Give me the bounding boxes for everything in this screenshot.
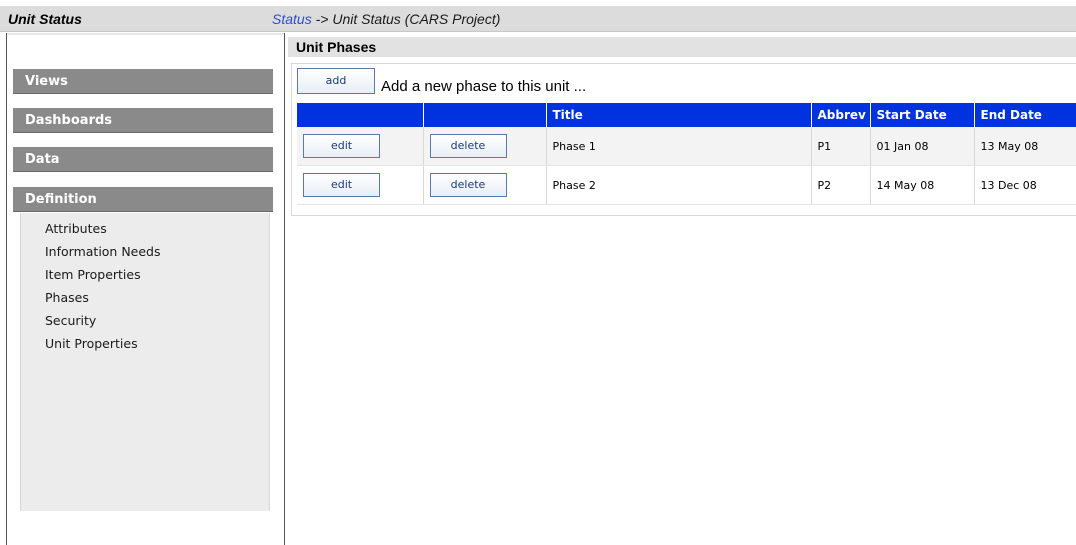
delete-cell: delete	[423, 127, 547, 166]
cell-title: Phase 1	[546, 127, 812, 166]
edit-cell: edit	[297, 165, 424, 205]
add-phase-text: Add a new phase to this unit ...	[381, 78, 587, 95]
column-header-abbrev[interactable]: Abbrev	[811, 103, 871, 127]
edit-button[interactable]: edit	[303, 173, 380, 197]
column-header-start-date[interactable]: Start Date	[870, 103, 975, 127]
table-header-row: Title Abbrev Start Date End Date	[297, 103, 1076, 127]
sidebar-item-information-needs[interactable]: Information Needs	[45, 244, 161, 259]
section-title: Unit Phases	[288, 37, 1076, 57]
sidebar-item-phases[interactable]: Phases	[45, 290, 89, 305]
cell-abbrev: P1	[811, 127, 871, 166]
breadcrumb-separator: ->	[315, 11, 329, 27]
cell-start-date: 14 May 08	[870, 165, 975, 205]
delete-button[interactable]: delete	[429, 134, 507, 158]
add-phase-button[interactable]: add	[297, 68, 375, 94]
delete-cell: delete	[423, 165, 547, 205]
breadcrumb-link-status[interactable]: Status	[272, 11, 312, 27]
app-title: Unit Status	[8, 11, 82, 27]
sidebar-item-security[interactable]: Security	[45, 313, 96, 328]
breadcrumb: Status -> Unit Status (CARS Project)	[272, 11, 500, 27]
table-row: edit delete Phase 1 P1 01 Jan 08 13 May …	[297, 127, 1076, 166]
sidebar-item-item-properties[interactable]: Item Properties	[45, 267, 141, 282]
cell-title: Phase 2	[546, 165, 812, 205]
delete-button[interactable]: delete	[429, 173, 507, 197]
table-row: edit delete Phase 2 P2 14 May 08 13 Dec …	[297, 165, 1076, 205]
column-header-delete	[423, 103, 547, 127]
sidebar-item-attributes[interactable]: Attributes	[45, 221, 107, 236]
edit-button[interactable]: edit	[303, 134, 380, 158]
column-header-title[interactable]: Title	[546, 103, 812, 127]
cell-start-date: 01 Jan 08	[870, 127, 975, 166]
column-header-edit	[297, 103, 424, 127]
cell-end-date: 13 Dec 08	[974, 165, 1076, 205]
menu-header-data[interactable]: Data	[13, 147, 273, 172]
sidebar-item-unit-properties[interactable]: Unit Properties	[45, 336, 138, 351]
edit-cell: edit	[297, 127, 424, 166]
column-header-end-date[interactable]: End Date	[974, 103, 1076, 127]
menu-header-views[interactable]: Views	[13, 69, 273, 94]
breadcrumb-current: Unit Status (CARS Project)	[332, 11, 501, 27]
top-bar: Unit Status Status -> Unit Status (CARS …	[0, 6, 1076, 32]
phases-table: Title Abbrev Start Date End Date edit de…	[297, 103, 1076, 205]
cell-end-date: 13 May 08	[974, 127, 1076, 166]
cell-abbrev: P2	[811, 165, 871, 205]
menu-header-definition[interactable]: Definition	[13, 187, 273, 212]
menu-header-dashboards[interactable]: Dashboards	[13, 108, 273, 133]
left-panel-top-strip	[7, 33, 284, 57]
